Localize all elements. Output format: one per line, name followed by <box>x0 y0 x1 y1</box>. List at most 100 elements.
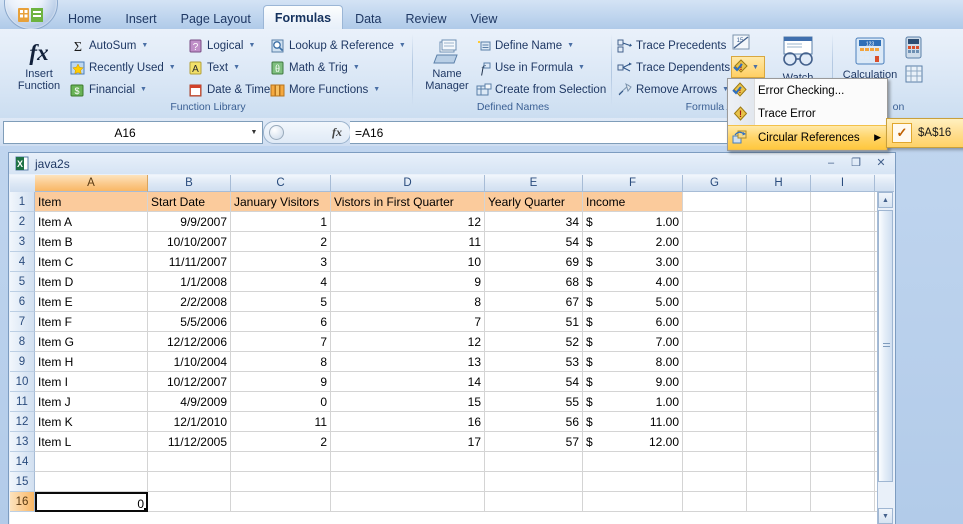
cell-D6[interactable]: 8 <box>331 292 485 312</box>
row-header-11[interactable]: 11 <box>10 392 35 412</box>
trace-dependents-button[interactable]: Trace Dependents <box>615 57 732 78</box>
cell-B14[interactable] <box>148 452 231 472</box>
cell-B2[interactable]: 9/9/2007 <box>148 212 231 232</box>
tab-formulas[interactable]: Formulas <box>262 5 344 31</box>
cell-G13[interactable] <box>683 432 747 452</box>
tab-view[interactable]: View <box>458 7 509 30</box>
cell-B11[interactable]: 4/9/2009 <box>148 392 231 412</box>
scroll-up-icon[interactable]: ▲ <box>878 192 893 208</box>
column-header-d[interactable]: D <box>331 175 485 192</box>
cell-I16[interactable] <box>811 492 875 512</box>
row-header-3[interactable]: 3 <box>10 232 35 252</box>
tab-page-layout[interactable]: Page Layout <box>169 7 263 30</box>
cell-E11[interactable]: 55 <box>485 392 583 412</box>
cell-D12[interactable]: 16 <box>331 412 485 432</box>
cell-H9[interactable] <box>747 352 811 372</box>
cell-B7[interactable]: 5/5/2006 <box>148 312 231 332</box>
cell-B15[interactable] <box>148 472 231 492</box>
cell-A7[interactable]: Item F <box>35 312 148 332</box>
cell-E12[interactable]: 56 <box>485 412 583 432</box>
chevron-down-icon[interactable]: ▼ <box>752 64 759 71</box>
cell-header-C1[interactable]: January Visitors <box>231 192 331 212</box>
column-header-b[interactable]: B <box>148 175 231 192</box>
row-header-15[interactable]: 15 <box>10 472 35 492</box>
menu-item-error-checking[interactable]: ! Error Checking... <box>728 79 887 102</box>
cell-D15[interactable] <box>331 472 485 492</box>
cell-G4[interactable] <box>683 252 747 272</box>
cell-E13[interactable]: 57 <box>485 432 583 452</box>
cell-H13[interactable] <box>747 432 811 452</box>
cell-A11[interactable]: Item J <box>35 392 148 412</box>
cell-I3[interactable] <box>811 232 875 252</box>
column-header-e[interactable]: E <box>485 175 583 192</box>
tab-insert[interactable]: Insert <box>113 7 168 30</box>
row-header-14[interactable]: 14 <box>10 452 35 472</box>
cell-G6[interactable] <box>683 292 747 312</box>
restore-button[interactable]: ❐ <box>844 154 868 171</box>
cell-H10[interactable] <box>747 372 811 392</box>
cell-G5[interactable] <box>683 272 747 292</box>
text-button[interactable]: A Text ▼ <box>186 57 242 78</box>
cell-I2[interactable] <box>811 212 875 232</box>
chevron-down-icon[interactable]: ▼ <box>373 86 380 93</box>
cell-I5[interactable] <box>811 272 875 292</box>
cell-D8[interactable]: 12 <box>331 332 485 352</box>
chevron-down-icon[interactable]: ▼ <box>567 42 574 49</box>
cell-C4[interactable]: 3 <box>231 252 331 272</box>
menu-item-circular-references[interactable]: Circular References ▶ <box>728 125 887 150</box>
cell-D16[interactable] <box>331 492 485 512</box>
cell-F4[interactable]: $3.00 <box>583 252 683 272</box>
row-header-13[interactable]: 13 <box>10 432 35 452</box>
use-in-formula-button[interactable]: f Use in Formula ▼ <box>474 57 587 78</box>
cell-I6[interactable] <box>811 292 875 312</box>
office-button[interactable] <box>4 0 58 30</box>
chevron-down-icon[interactable]: ▼ <box>578 64 585 71</box>
cell-G12[interactable] <box>683 412 747 432</box>
cell-F12[interactable]: $11.00 <box>583 412 683 432</box>
cell-header-B1[interactable]: Start Date <box>148 192 231 212</box>
row-header-5[interactable]: 5 <box>10 272 35 292</box>
cell-I13[interactable] <box>811 432 875 452</box>
cell-D14[interactable] <box>331 452 485 472</box>
row-header-7[interactable]: 7 <box>10 312 35 332</box>
chevron-down-icon[interactable]: ▼ <box>246 129 262 136</box>
active-cell-A16[interactable]: 0 <box>35 492 148 512</box>
tab-review[interactable]: Review <box>393 7 458 30</box>
name-manager-button[interactable]: Name Manager <box>416 35 478 92</box>
cell-I15[interactable] <box>811 472 875 492</box>
submenu-item-cell-reference[interactable]: $A$16 <box>918 127 951 139</box>
logical-button[interactable]: ? Logical ▼ <box>186 35 257 56</box>
cell-F2[interactable]: $1.00 <box>583 212 683 232</box>
cell-F9[interactable]: $8.00 <box>583 352 683 372</box>
scrollbar-thumb[interactable] <box>878 210 893 482</box>
cell-C11[interactable]: 0 <box>231 392 331 412</box>
cell-F3[interactable]: $2.00 <box>583 232 683 252</box>
cell-G14[interactable] <box>683 452 747 472</box>
cell-D2[interactable]: 12 <box>331 212 485 232</box>
row-header-1[interactable]: 1 <box>10 192 35 212</box>
cell-G10[interactable] <box>683 372 747 392</box>
error-checking-split-button[interactable]: ! ▼ <box>731 56 765 78</box>
row-header-12[interactable]: 12 <box>10 412 35 432</box>
cell-C2[interactable]: 1 <box>231 212 331 232</box>
row-header-4[interactable]: 4 <box>10 252 35 272</box>
cell-G11[interactable] <box>683 392 747 412</box>
cell-E8[interactable]: 52 <box>485 332 583 352</box>
cell-D11[interactable]: 15 <box>331 392 485 412</box>
cell-D7[interactable]: 7 <box>331 312 485 332</box>
row-header-8[interactable]: 8 <box>10 332 35 352</box>
cell-F6[interactable]: $5.00 <box>583 292 683 312</box>
chevron-down-icon[interactable]: ▼ <box>140 86 147 93</box>
cell-C14[interactable] <box>231 452 331 472</box>
chevron-down-icon[interactable]: ▼ <box>233 64 240 71</box>
cell-F16[interactable] <box>583 492 683 512</box>
cell-B12[interactable]: 12/1/2010 <box>148 412 231 432</box>
cell-header-F1[interactable]: Income <box>583 192 683 212</box>
cell-G9[interactable] <box>683 352 747 372</box>
row-header-2[interactable]: 2 <box>10 212 35 232</box>
cell-H8[interactable] <box>747 332 811 352</box>
cell-B16[interactable] <box>148 492 231 512</box>
cell-I7[interactable] <box>811 312 875 332</box>
cell-C13[interactable]: 2 <box>231 432 331 452</box>
create-from-selection-button[interactable]: Create from Selection <box>474 79 608 100</box>
